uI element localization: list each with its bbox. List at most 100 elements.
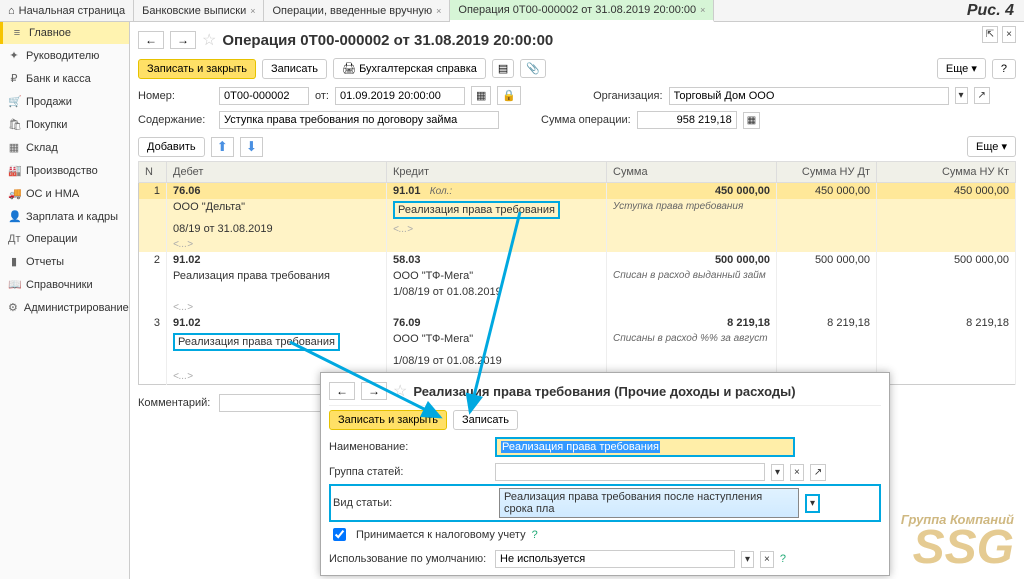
sidebar-icon: 🏭 — [8, 164, 20, 177]
popup-save[interactable]: Записать — [453, 410, 518, 430]
sidebar-item-9[interactable]: ДтОперации — [0, 228, 129, 250]
more-button[interactable]: Еще ▾ — [937, 58, 986, 79]
sum-label: Сумма операции: — [541, 114, 631, 126]
help-button[interactable]: ? — [992, 59, 1016, 79]
table-row[interactable]: 291.0258.03 500 000,00500 000,00500 000,… — [139, 252, 1016, 268]
popup-tax-checkbox[interactable] — [333, 528, 346, 541]
popup-name-label: Наименование: — [329, 441, 489, 453]
table-row[interactable]: 176.0691.01 Кол.:450 000,00450 000,00450… — [139, 183, 1016, 200]
popup-type-dropdown[interactable]: Реализация права требования после наступ… — [499, 488, 799, 518]
number-field[interactable] — [219, 87, 309, 105]
popup-star-icon[interactable]: ☆ — [393, 381, 407, 401]
lock-icon[interactable]: 🔒 — [497, 86, 521, 105]
calendar-icon[interactable]: ▦ — [471, 86, 491, 105]
table-row[interactable]: Реализация права требованияООО "ТФ-Мега"… — [139, 331, 1016, 353]
tab-2[interactable]: Операции, введенные вручную× — [264, 0, 450, 21]
entries-grid[interactable]: N Дебет Кредит Сумма Сумма НУ Дт Сумма Н… — [138, 161, 1016, 385]
sum-field[interactable] — [637, 111, 737, 129]
from-label: от: — [315, 90, 329, 102]
popup-title: Реализация права требования (Прочие дохо… — [413, 384, 795, 399]
popup-group-open-icon[interactable]: ↗ — [810, 464, 826, 481]
popup-default-dropdown-icon[interactable]: ▾ — [741, 551, 754, 568]
sidebar-icon: ≡ — [11, 27, 23, 39]
toolbar-icon1[interactable]: ▤ — [492, 59, 514, 78]
content-field[interactable] — [219, 111, 499, 129]
popup-back[interactable]: ← — [329, 382, 355, 400]
popup-group-dropdown-icon[interactable]: ▾ — [771, 464, 784, 481]
col-debit: Дебет — [167, 162, 387, 183]
calc-icon[interactable]: ▦ — [743, 112, 760, 129]
sidebar-icon: ✦ — [8, 49, 20, 62]
comment-label: Комментарий: — [138, 397, 213, 409]
sidebar-item-2[interactable]: ₽Банк и касса — [0, 67, 129, 90]
date-field[interactable] — [335, 87, 465, 105]
sidebar-item-7[interactable]: 🚚ОС и НМА — [0, 182, 129, 205]
sidebar-icon: 📖 — [8, 278, 20, 291]
sidebar-item-1[interactable]: ✦Руководителю — [0, 44, 129, 67]
org-field[interactable] — [669, 87, 949, 105]
back-button[interactable]: ← — [138, 31, 164, 49]
sidebar: ≡Главное✦Руководителю₽Банк и касса🛒Прода… — [0, 22, 130, 579]
sidebar-icon: 🚚 — [8, 187, 20, 200]
popup-group-label: Группа статей: — [329, 466, 489, 478]
accounting-ref-button[interactable]: 🖨 Бухгалтерская справка — [333, 58, 486, 79]
tab-1[interactable]: Банковские выписки× — [134, 0, 264, 21]
move-down-button[interactable]: ⬇ — [240, 137, 263, 157]
sidebar-item-11[interactable]: 📖Справочники — [0, 273, 129, 296]
tab-3[interactable]: Операция 0Т00-000002 от 31.08.2019 20:00… — [450, 0, 714, 22]
close-icon[interactable]: × — [1002, 26, 1016, 43]
org-dropdown-icon[interactable]: ▾ — [955, 87, 968, 104]
popup-forward[interactable]: → — [361, 382, 387, 400]
sidebar-icon: 🛒 — [8, 95, 20, 108]
col-n: N — [139, 162, 167, 183]
popup-default-clear-icon[interactable]: × — [760, 551, 774, 568]
sidebar-item-6[interactable]: 🏭Производство — [0, 159, 129, 182]
popup-group-field[interactable] — [495, 463, 765, 481]
grid-more-button[interactable]: Еще ▾ — [967, 136, 1016, 157]
move-up-button[interactable]: ⬆ — [211, 137, 234, 157]
sidebar-icon: ▮ — [8, 255, 20, 268]
table-row[interactable]: Реализация права требованияООО "ТФ-Мега"… — [139, 268, 1016, 284]
sidebar-item-12[interactable]: ⚙Администрирование — [0, 296, 129, 319]
table-row[interactable]: 1/08/19 от 01.08.2019 — [139, 284, 1016, 300]
attach-icon[interactable]: 📎 — [520, 59, 546, 78]
forward-button[interactable]: → — [170, 31, 196, 49]
popup-name-field[interactable]: Реализация права требования — [495, 437, 795, 457]
table-row[interactable]: <...> — [139, 237, 1016, 252]
sidebar-item-5[interactable]: ▦Склад — [0, 136, 129, 159]
tab-close-icon[interactable]: × — [436, 6, 441, 16]
col-sum: Сумма — [607, 162, 777, 183]
popup-group-clear-icon[interactable]: × — [790, 464, 804, 481]
table-row[interactable]: 391.0276.09 8 219,188 219,188 219,18 — [139, 315, 1016, 331]
popup-type-label: Вид статьи: — [333, 497, 493, 509]
tab-close-icon[interactable]: × — [700, 5, 705, 15]
tab-0[interactable]: ⌂ Начальная страница — [0, 0, 134, 21]
favorite-star-icon[interactable]: ☆ — [202, 30, 216, 50]
popup-save-close[interactable]: Записать и закрыть — [329, 410, 447, 430]
sidebar-item-10[interactable]: ▮Отчеты — [0, 250, 129, 273]
org-open-icon[interactable]: ↗ — [974, 87, 990, 104]
popup-default-label: Использование по умолчанию: — [329, 553, 489, 565]
popup-default-field[interactable] — [495, 550, 735, 568]
content-label: Содержание: — [138, 114, 213, 126]
sidebar-item-4[interactable]: 🛍Покупки — [0, 113, 129, 136]
table-row[interactable]: <...> — [139, 300, 1016, 315]
add-button[interactable]: Добавить — [138, 137, 205, 157]
table-row[interactable]: 08/19 от 31.08.2019<...> — [139, 221, 1016, 237]
tab-close-icon[interactable]: × — [250, 6, 255, 16]
sidebar-item-8[interactable]: 👤Зарплата и кадры — [0, 205, 129, 228]
sidebar-icon: 🛍 — [8, 118, 20, 131]
popup-default-help-icon[interactable]: ? — [780, 553, 786, 565]
save-button[interactable]: Записать — [262, 59, 327, 79]
table-row[interactable]: 1/08/19 от 01.08.2019 — [139, 353, 1016, 369]
open-external-icon[interactable]: ⇱ — [982, 26, 998, 43]
sidebar-icon: ₽ — [8, 72, 20, 85]
popup-tax-label: Принимается к налоговому учету — [356, 529, 526, 541]
popup-type-dropdown-icon[interactable]: ▾ — [805, 494, 820, 513]
sidebar-item-0[interactable]: ≡Главное — [0, 22, 129, 44]
table-row[interactable]: ООО "Дельта"Реализация права требованияУ… — [139, 199, 1016, 221]
org-label: Организация: — [593, 90, 662, 102]
save-close-button[interactable]: Записать и закрыть — [138, 59, 256, 79]
popup-tax-help-icon[interactable]: ? — [532, 529, 538, 541]
sidebar-item-3[interactable]: 🛒Продажи — [0, 90, 129, 113]
